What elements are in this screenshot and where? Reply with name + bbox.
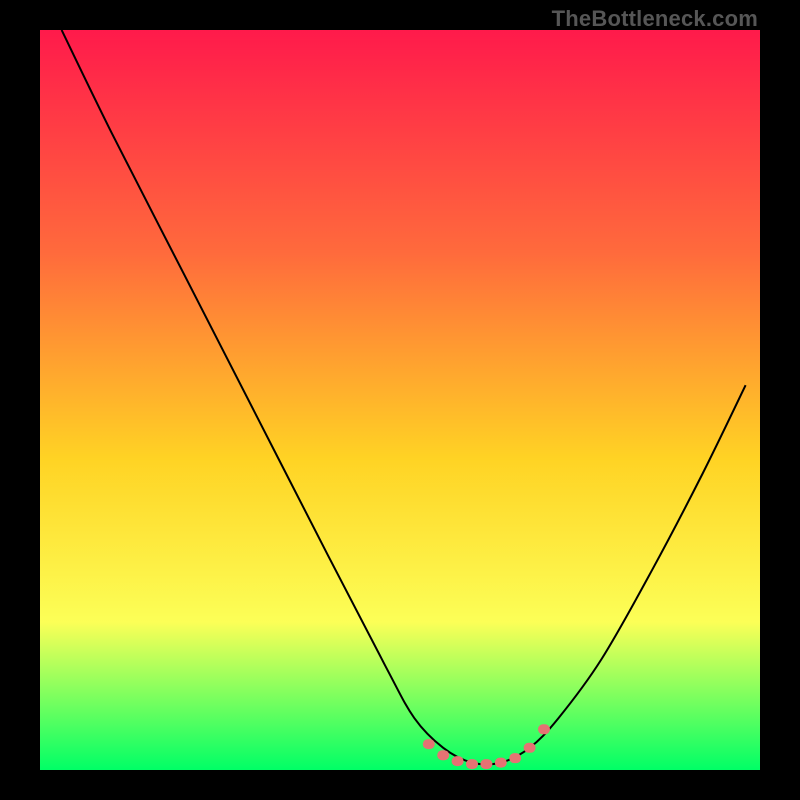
chart-svg xyxy=(40,30,760,770)
watermark-text: TheBottleneck.com xyxy=(552,6,758,32)
optimal-marker xyxy=(524,743,536,753)
optimal-marker xyxy=(495,758,507,768)
optimal-marker xyxy=(466,759,478,769)
chart-plot-area xyxy=(40,30,760,770)
optimal-marker xyxy=(480,759,492,769)
optimal-marker xyxy=(452,756,464,766)
optimal-marker xyxy=(437,750,449,760)
optimal-marker xyxy=(538,724,550,734)
optimal-marker xyxy=(423,739,435,749)
chart-gradient-background xyxy=(40,30,760,770)
optimal-marker xyxy=(509,753,521,763)
